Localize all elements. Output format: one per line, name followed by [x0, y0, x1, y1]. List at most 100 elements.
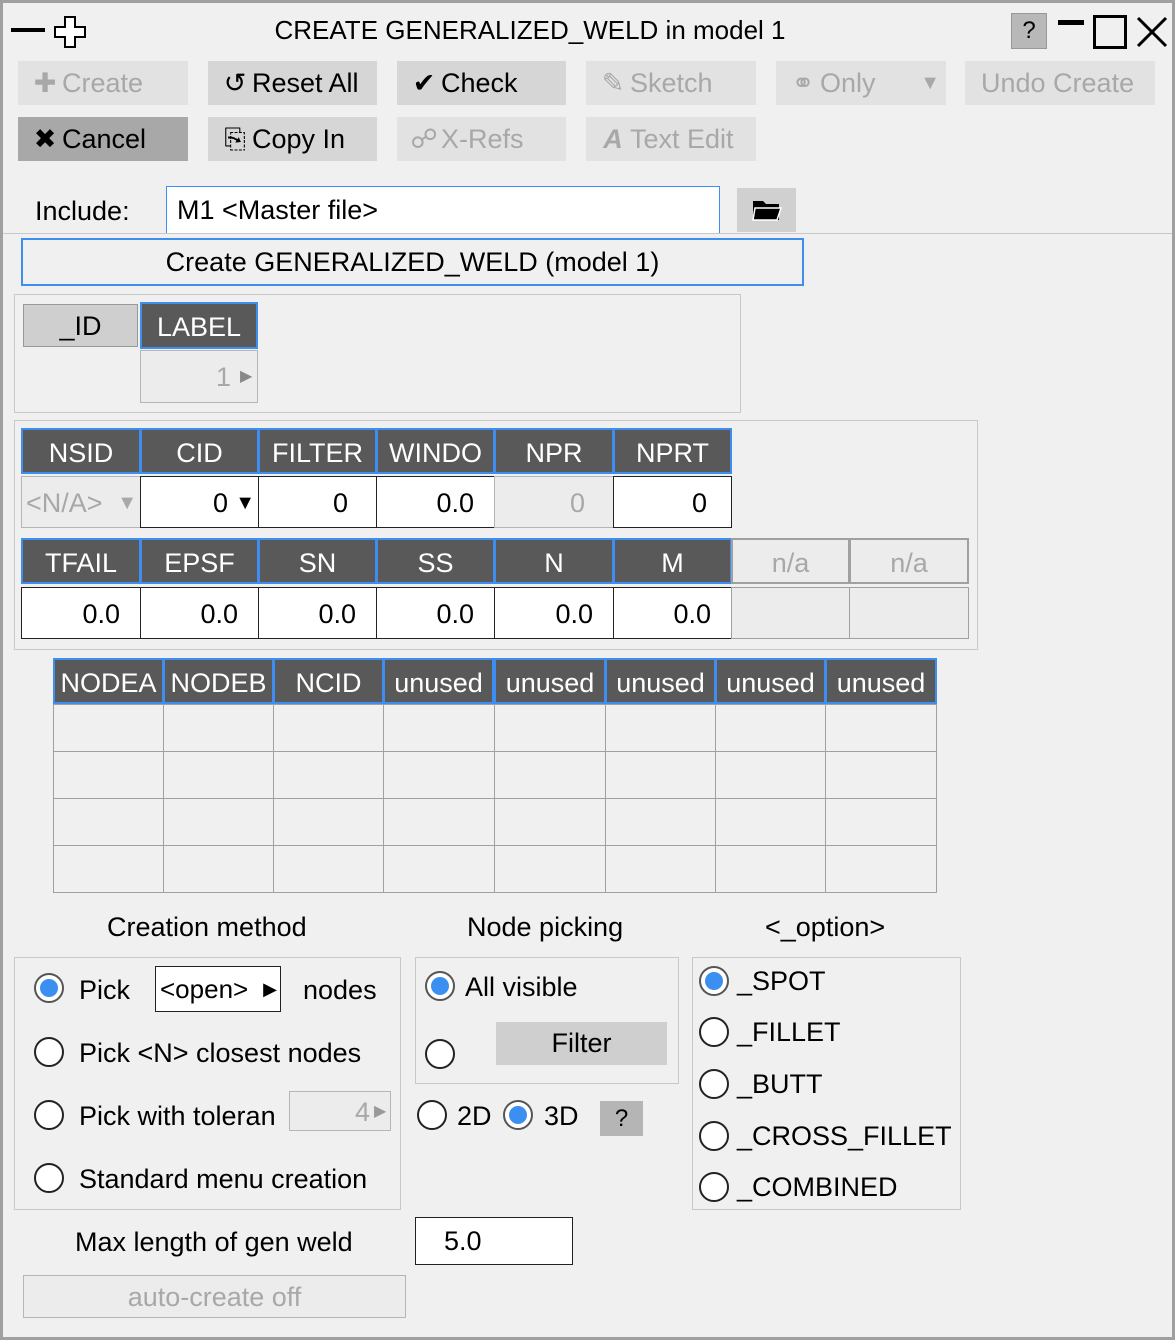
cancel-button[interactable]: ✖ Cancel: [18, 117, 188, 161]
node-table-cell[interactable]: [605, 845, 716, 893]
header-nodea: NODEA: [53, 658, 164, 704]
max-length-field[interactable]: 5.0: [415, 1217, 573, 1265]
pick-radio[interactable]: [34, 973, 64, 1003]
nprt-field[interactable]: 0: [613, 476, 732, 528]
undo-create-button[interactable]: Undo Create: [965, 61, 1155, 105]
node-table-cell[interactable]: [494, 751, 606, 799]
option-combined-radio[interactable]: [699, 1172, 729, 1202]
node-table-cell[interactable]: [494, 704, 606, 752]
epsf-field[interactable]: 0.0: [140, 587, 259, 639]
header-n: N: [494, 538, 614, 584]
option-combined-label: _COMBINED: [737, 1172, 898, 1202]
create-banner-label: Create GENERALIZED_WELD (model 1): [165, 247, 660, 277]
text-edit-label: Text Edit: [630, 124, 734, 154]
node-table-cell[interactable]: [273, 704, 384, 752]
node-table-cell[interactable]: [163, 845, 274, 893]
node-table-cell[interactable]: [53, 751, 164, 799]
open-folder-button[interactable]: [737, 188, 796, 232]
node-table-cell[interactable]: [715, 704, 826, 752]
pick-n-label: Pick <N> closest nodes: [79, 1038, 362, 1068]
reset-all-label: Reset All: [252, 68, 359, 98]
sketch-button[interactable]: ✎ Sketch: [586, 61, 756, 105]
m-field[interactable]: 0.0: [613, 587, 732, 639]
reset-all-button[interactable]: ↺ Reset All: [208, 61, 377, 105]
node-table-cell[interactable]: [273, 751, 384, 799]
mode-3d-label: 3D: [544, 1101, 579, 1131]
check-button[interactable]: ✔ Check: [397, 61, 566, 105]
option-fillet-radio[interactable]: [699, 1017, 729, 1047]
standard-menu-radio[interactable]: [34, 1163, 64, 1193]
filter-button[interactable]: Filter: [496, 1022, 667, 1065]
node-table-cell[interactable]: [163, 704, 274, 752]
node-table-cell[interactable]: [825, 845, 937, 893]
only-button[interactable]: ⚭ Only ▼: [776, 61, 946, 105]
node-table-cell[interactable]: [383, 751, 495, 799]
text-edit-button[interactable]: A Text Edit: [586, 117, 756, 161]
tfail-field[interactable]: 0.0: [21, 587, 141, 639]
node-table-cell[interactable]: [715, 845, 826, 893]
auto-create-button[interactable]: auto-create off: [23, 1275, 406, 1318]
node-table-cell[interactable]: [273, 798, 384, 846]
npr-field[interactable]: 0: [494, 476, 614, 528]
include-field[interactable]: M1 <Master file>: [166, 186, 720, 234]
node-table-cell[interactable]: [53, 845, 164, 893]
header-na-1: n/a: [731, 538, 850, 584]
minimize-icon[interactable]: [1058, 20, 1084, 25]
header-ss: SS: [376, 538, 495, 584]
only-label: Only: [820, 68, 876, 98]
node-table-cell[interactable]: [605, 798, 716, 846]
title-bar[interactable]: CREATE GENERALIZED_WELD in model 1 ?: [3, 3, 1172, 57]
node-table-cell[interactable]: [825, 751, 937, 799]
option-cross-fillet-radio[interactable]: [699, 1121, 729, 1151]
node-table-cell[interactable]: [53, 704, 164, 752]
node-table-cell[interactable]: [494, 845, 606, 893]
option-title: <_option>: [765, 912, 886, 942]
include-value: M1 <Master file>: [177, 195, 379, 225]
m-value: 0.0: [673, 599, 711, 629]
node-table-cell[interactable]: [383, 704, 495, 752]
nsid-select[interactable]: <N/A> ▼: [21, 476, 141, 528]
header-nprt: NPRT: [613, 428, 732, 474]
maximize-icon[interactable]: [1093, 15, 1127, 49]
node-table-cell[interactable]: [715, 798, 826, 846]
hierarchy-icon: ☍: [410, 124, 438, 154]
all-visible-radio[interactable]: [425, 971, 455, 1001]
node-table-cell[interactable]: [53, 798, 164, 846]
copy-in-button[interactable]: ⎘ Copy In: [208, 117, 377, 161]
node-table-cell[interactable]: [715, 751, 826, 799]
option-butt-radio[interactable]: [699, 1069, 729, 1099]
node-picking-help-button[interactable]: ?: [600, 1101, 643, 1136]
pick-n-radio[interactable]: [34, 1037, 64, 1067]
node-table-cell[interactable]: [383, 798, 495, 846]
help-button[interactable]: ?: [1011, 13, 1047, 49]
node-table-cell[interactable]: [163, 751, 274, 799]
node-table-cell[interactable]: [163, 798, 274, 846]
xrefs-button[interactable]: ☍ X-Refs: [397, 117, 566, 161]
cid-field[interactable]: 0 ▼: [140, 476, 259, 528]
create-banner-button[interactable]: Create GENERALIZED_WELD (model 1): [21, 238, 804, 286]
ss-field[interactable]: 0.0: [376, 587, 495, 639]
n-field[interactable]: 0.0: [494, 587, 614, 639]
filter-field[interactable]: 0: [258, 476, 377, 528]
node-table-cell[interactable]: [605, 751, 716, 799]
windo-field[interactable]: 0.0: [376, 476, 495, 528]
sn-field[interactable]: 0.0: [258, 587, 377, 639]
node-table-cell[interactable]: [825, 704, 937, 752]
node-table-cell[interactable]: [825, 798, 937, 846]
node-table-cell[interactable]: [494, 798, 606, 846]
id-tab[interactable]: _ID: [23, 304, 138, 347]
node-table-cell[interactable]: [383, 845, 495, 893]
filter-radio[interactable]: [425, 1039, 455, 1069]
pick-open-value: <open>: [160, 974, 249, 1004]
label-tab[interactable]: LABEL: [140, 302, 258, 349]
mode-3d-radio[interactable]: [503, 1100, 533, 1130]
option-spot-radio[interactable]: [699, 966, 729, 996]
create-button[interactable]: ✚ Create: [18, 61, 188, 105]
node-table-cell[interactable]: [605, 704, 716, 752]
header-unused-1: unused: [383, 658, 494, 704]
pick-tol-radio[interactable]: [34, 1100, 64, 1130]
close-icon[interactable]: [1135, 15, 1169, 49]
pick-open-select[interactable]: <open> ▶: [155, 966, 281, 1012]
node-table-cell[interactable]: [273, 845, 384, 893]
mode-2d-radio[interactable]: [417, 1100, 447, 1130]
